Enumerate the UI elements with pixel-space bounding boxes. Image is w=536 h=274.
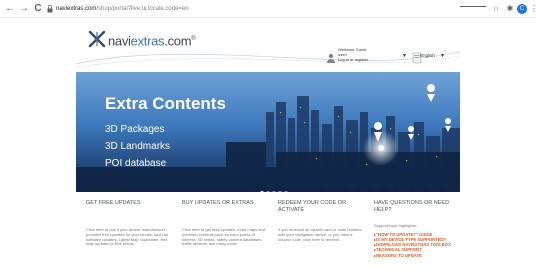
carousel-dot[interactable]	[272, 191, 276, 192]
column-heading[interactable]: REDEEM YOUR CODE OR ACTIVATE	[278, 200, 362, 218]
column-heading[interactable]: BUY UPDATES OR EXTRAS	[182, 200, 266, 218]
hero-title: Extra Contents	[105, 94, 226, 113]
site-header: naviextras.com® Welcome Guest user! Log …	[76, 24, 460, 70]
column-redeem-code[interactable]: REDEEM YOUR CODE OR ACTIVATE If you rece…	[278, 200, 362, 274]
carousel-dot[interactable]	[278, 191, 282, 192]
logo-text-navi: navi	[108, 33, 131, 49]
url-host: naviextras.com	[56, 6, 97, 12]
account-dropdown-icon[interactable]: ▼	[402, 53, 407, 59]
account-login-link[interactable]: Log in or register	[338, 57, 398, 62]
logo-text-com: .com	[164, 33, 192, 49]
page: ← → C naviextras.com/shop/portal?live.ui…	[0, 0, 536, 274]
carousel-dot[interactable]	[284, 191, 288, 192]
browser-menu-icon[interactable]: ⋮	[530, 3, 536, 15]
hero-item-1: 3D Packages	[105, 124, 165, 135]
reload-icon[interactable]: C	[32, 3, 44, 15]
column-text: If you received an update card or code b…	[278, 227, 362, 242]
language-dropdown-icon[interactable]: ▼	[440, 53, 445, 59]
column-help: HAVE QUESTIONS OR NEED HELP? Support top…	[374, 200, 458, 274]
feature-columns: GET FREE UPDATES Click here to see if yo…	[86, 200, 458, 274]
tab-strip-handle	[460, 6, 486, 9]
back-icon[interactable]: ←	[4, 3, 16, 15]
help-link-reasons-to-update[interactable]: REASONS TO UPDATE	[374, 253, 458, 258]
account-box[interactable]: Welcome Guest user! Log in or register	[338, 47, 398, 62]
profile-avatar[interactable]: C	[517, 4, 527, 14]
browser-toolbar: ← → C naviextras.com/shop/portal?live.ui…	[0, 0, 536, 18]
carousel-dot[interactable]	[260, 191, 264, 192]
column-heading: HAVE QUESTIONS OR NEED HELP?	[374, 200, 450, 213]
carousel-dots	[260, 182, 290, 192]
column-heading[interactable]: GET FREE UPDATES	[86, 200, 170, 218]
column-text: Click here to see if your device manufac…	[86, 227, 168, 247]
language-selector[interactable]: English	[420, 53, 435, 58]
carousel-dot[interactable]	[266, 191, 270, 192]
column-buy-updates[interactable]: BUY UPDATES OR EXTRAS Click here to get …	[182, 200, 266, 274]
url-path: /shop/portal?live.ui.locale.code=en	[96, 6, 189, 12]
logo-text[interactable]: naviextras.com®	[108, 30, 196, 50]
address-bar[interactable]: naviextras.com/shop/portal?live.ui.local…	[56, 3, 266, 15]
extension-icon[interactable]: ✱	[505, 4, 515, 14]
hero-item-2: 3D Landmarks	[105, 141, 171, 152]
logo-text-extras: extras	[130, 33, 165, 49]
logo-icon[interactable]	[88, 30, 106, 48]
column-free-updates[interactable]: GET FREE UPDATES Click here to see if yo…	[86, 200, 170, 274]
column-text: Support topic highlights:	[374, 223, 417, 228]
hero-item-3: POI database	[105, 158, 167, 169]
column-text: Click here to get map updates, extra map…	[182, 227, 265, 247]
forward-icon[interactable]: →	[18, 3, 30, 15]
user-icon[interactable]	[326, 53, 336, 63]
hero-banner[interactable]: Extra Contents 3D Packages 3D Landmarks …	[76, 72, 460, 192]
lock-icon[interactable]	[47, 3, 55, 15]
star-icon[interactable]: ☆	[491, 4, 501, 14]
registered-mark: ®	[191, 36, 196, 42]
